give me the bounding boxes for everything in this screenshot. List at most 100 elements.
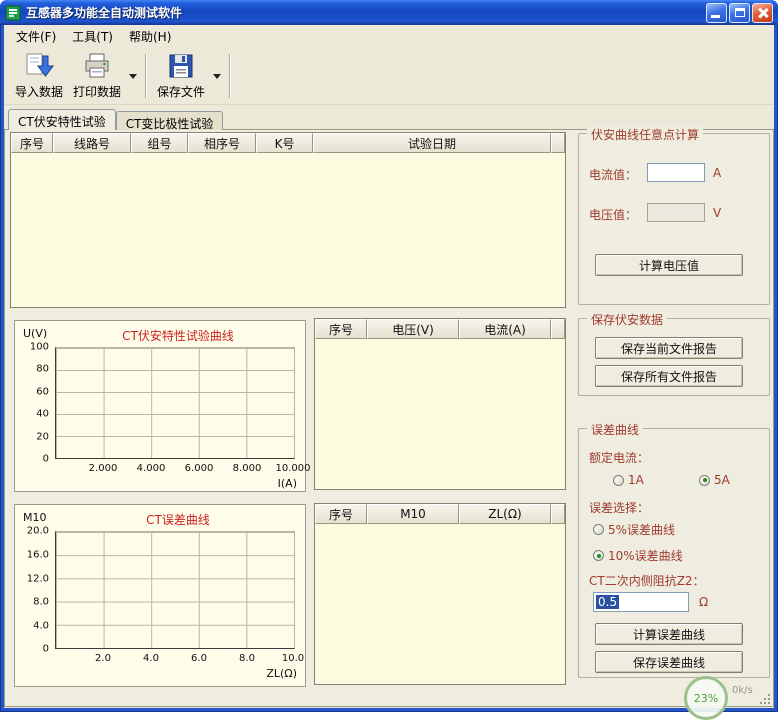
import-label: 导入数据 <box>15 83 63 100</box>
save-error-curve-button[interactable]: 保存误差曲线 <box>595 651 743 673</box>
tab-ct-volt-ampere[interactable]: CT伏安特性试验 <box>8 109 116 130</box>
radio-1a[interactable]: 1A <box>613 473 644 487</box>
menu-file[interactable]: 文件(F) <box>8 25 64 48</box>
import-icon <box>24 51 54 81</box>
x-tick: 8.0 <box>239 653 255 664</box>
x-tick: 2.000 <box>89 463 118 474</box>
radio-icon <box>593 524 604 535</box>
column-header-filler <box>551 504 565 524</box>
radio-icon <box>699 475 710 486</box>
toolbar: 导入数据 打印数据 <box>4 47 774 105</box>
radio-5a[interactable]: 5A <box>699 473 730 487</box>
vi-table-body[interactable] <box>315 339 565 489</box>
column-header-filler <box>551 319 565 339</box>
tab-ct-ratio-polarity[interactable]: CT变比极性试验 <box>116 111 224 130</box>
resize-grip[interactable] <box>758 692 771 705</box>
plot-area <box>55 531 295 649</box>
column-header-phase[interactable]: 相序号 <box>188 133 256 153</box>
x-tick: 8.000 <box>233 463 262 474</box>
chart-title: CT误差曲线 <box>55 511 301 528</box>
column-header-voltage[interactable]: 电压(V) <box>367 319 459 339</box>
records-table-body[interactable] <box>11 153 565 307</box>
save-file-button[interactable]: 保存文件 <box>152 50 210 102</box>
menu-bar: 文件(F) 工具(T) 帮助(H) <box>4 25 774 47</box>
plot-area <box>55 347 295 459</box>
print-data-button[interactable]: 打印数据 <box>68 50 126 102</box>
z2-input[interactable]: 0.5 <box>593 592 689 612</box>
print-dropdown-button[interactable] <box>126 50 140 102</box>
column-header-group[interactable]: 组号 <box>131 133 188 153</box>
minimize-button[interactable] <box>706 3 727 23</box>
y-tick: 80 <box>15 364 49 375</box>
column-header-line[interactable]: 线路号 <box>53 133 131 153</box>
vi-curve-chart: U(V) CT伏安特性试验曲线 100 80 60 40 20 0 2.000 … <box>14 320 306 492</box>
error-curve-chart: M10 CT误差曲线 20.0 16.0 12.0 8.0 4.0 0 2.0 … <box>14 504 306 687</box>
y-tick: 20.0 <box>15 526 49 537</box>
group-title: 保存伏安数据 <box>587 311 667 328</box>
printer-icon <box>82 51 112 81</box>
print-label: 打印数据 <box>73 83 121 100</box>
error-table-header: 序号 M10 ZL(Ω) <box>315 504 565 524</box>
column-header-date[interactable]: 试验日期 <box>313 133 551 153</box>
x-tick: 6.0 <box>191 653 207 664</box>
column-header-m10[interactable]: M10 <box>367 504 459 524</box>
y-tick: 4.0 <box>15 621 49 632</box>
menu-tools[interactable]: 工具(T) <box>64 25 121 48</box>
current-value-input[interactable] <box>647 163 705 182</box>
x-tick: 10.000 <box>276 463 311 474</box>
calc-voltage-button[interactable]: 计算电压值 <box>595 254 743 276</box>
error-table-body[interactable] <box>315 524 565 684</box>
calc-error-curve-button[interactable]: 计算误差曲线 <box>595 623 743 645</box>
close-button[interactable] <box>752 3 773 23</box>
percent-text: 23% <box>694 692 718 705</box>
title-bar: 互感器多功能全自动测试软件 <box>0 0 778 25</box>
close-icon <box>757 7 769 19</box>
dropdown-arrow-icon <box>213 74 221 83</box>
y-axis-label: M10 <box>23 511 47 524</box>
column-header-zl[interactable]: ZL(Ω) <box>459 504 551 524</box>
current-unit: A <box>713 166 721 180</box>
floating-percent-ball[interactable]: 23% <box>684 676 728 720</box>
x-tick: 4.000 <box>137 463 166 474</box>
x-axis-label: I(A) <box>278 477 297 490</box>
y-tick: 40 <box>15 409 49 420</box>
save-all-reports-button[interactable]: 保存所有文件报告 <box>595 365 743 387</box>
client-area: 文件(F) 工具(T) 帮助(H) 导入数据 <box>4 25 774 708</box>
toolbar-separator <box>145 54 147 98</box>
radio-label: 1A <box>628 473 644 487</box>
menu-help[interactable]: 帮助(H) <box>121 25 179 48</box>
rated-current-label: 额定电流： <box>589 449 649 466</box>
radio-icon <box>613 475 624 486</box>
column-header-index[interactable]: 序号 <box>315 319 367 339</box>
save-icon <box>166 51 196 81</box>
radio-label: 5%误差曲线 <box>608 521 675 538</box>
save-dropdown-button[interactable] <box>210 50 224 102</box>
column-header-current[interactable]: 电流(A) <box>459 319 551 339</box>
y-tick: 12.0 <box>15 574 49 585</box>
column-header-k[interactable]: K号 <box>256 133 313 153</box>
column-header-filler <box>551 133 565 153</box>
maximize-icon <box>735 8 745 17</box>
save-current-report-button[interactable]: 保存当前文件报告 <box>595 337 743 359</box>
z2-impedance-label: CT二次内侧阻抗Z2： <box>589 572 705 589</box>
y-tick: 0 <box>15 454 49 465</box>
radio-5pct-error-curve[interactable]: 5%误差曲线 <box>593 521 675 538</box>
x-tick: 10.0 <box>282 653 304 664</box>
vi-values-table: 序号 电压(V) 电流(A) <box>314 318 566 490</box>
x-tick: 6.000 <box>185 463 214 474</box>
radio-label: 5A <box>714 473 730 487</box>
network-speed-text: 0k/s <box>732 685 753 696</box>
chart-title: CT伏安特性试验曲线 <box>55 327 301 344</box>
voltage-value-label: 电压值： <box>589 206 637 223</box>
column-header-index[interactable]: 序号 <box>315 504 367 524</box>
y-tick: 0 <box>15 644 49 655</box>
import-data-button[interactable]: 导入数据 <box>10 50 68 102</box>
column-header-index[interactable]: 序号 <box>11 133 53 153</box>
y-tick: 16.0 <box>15 550 49 561</box>
save-label: 保存文件 <box>157 83 205 100</box>
voltage-value-input[interactable] <box>647 203 705 222</box>
y-axis-label: U(V) <box>23 327 47 340</box>
maximize-button[interactable] <box>729 3 750 23</box>
radio-label: 10%误差曲线 <box>608 547 683 564</box>
radio-10pct-error-curve[interactable]: 10%误差曲线 <box>593 547 683 564</box>
